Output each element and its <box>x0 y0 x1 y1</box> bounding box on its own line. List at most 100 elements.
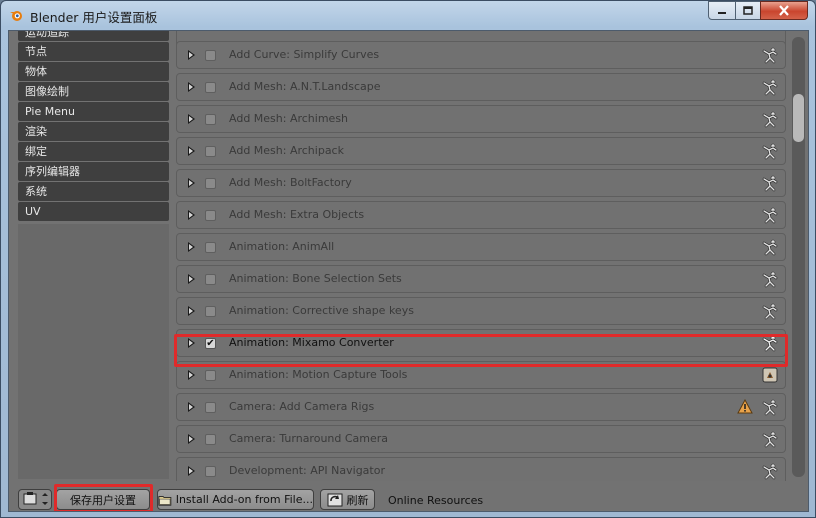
addon-row[interactable]: Add Mesh: Extra Objects <box>176 201 786 229</box>
addon-list-scrollbar[interactable] <box>792 31 805 481</box>
blender-logo-icon <box>10 11 22 21</box>
addon-name: Add Mesh: Archipack <box>229 144 344 157</box>
expand-triangle-icon[interactable] <box>188 114 195 124</box>
addon-name: Add Mesh: Extra Objects <box>229 208 365 221</box>
warning-icon <box>737 399 753 414</box>
sidebar-item-node[interactable]: 节点 <box>18 42 169 61</box>
refresh-button[interactable]: 刷新 <box>320 489 375 510</box>
user-icon <box>762 143 778 160</box>
close-button[interactable] <box>760 1 808 20</box>
sidebar-item-image-paint[interactable]: 图像绘制 <box>18 82 169 101</box>
user-icon <box>762 303 778 320</box>
sidebar-item-render[interactable]: 渲染 <box>18 122 169 141</box>
minimize-icon <box>718 11 726 14</box>
expand-triangle-icon[interactable] <box>188 82 195 92</box>
refresh-icon <box>327 493 342 506</box>
sidebar-item-system[interactable]: 系统 <box>18 182 169 201</box>
addon-name: Animation: Motion Capture Tools <box>229 368 408 381</box>
addon-enable-checkbox[interactable] <box>205 114 216 125</box>
preferences-editor-icon <box>23 492 48 505</box>
addon-name: Animation: Bone Selection Sets <box>229 272 402 285</box>
addon-row[interactable]: Add Mesh: BoltFactory <box>176 169 786 197</box>
addon-row[interactable]: Animation: Bone Selection Sets <box>176 265 786 293</box>
expand-triangle-icon[interactable] <box>188 434 195 444</box>
addon-row[interactable]: Animation: Corrective shape keys <box>176 297 786 325</box>
close-icon <box>779 5 789 16</box>
expand-triangle-icon[interactable] <box>188 146 195 156</box>
addon-enable-checkbox[interactable] <box>205 370 216 381</box>
user-icon <box>762 207 778 224</box>
addon-enable-checkbox[interactable] <box>205 82 216 93</box>
title-bar[interactable]: Blender 用户设置面板 <box>1 1 815 29</box>
install-addon-button[interactable]: Install Add-on from File... <box>157 489 314 510</box>
addon-enable-checkbox[interactable] <box>205 242 216 253</box>
user-icon <box>762 239 778 256</box>
blender-preferences-window: Blender 用户设置面板 运动追踪 节点 物体 图像绘制 Pie Menu … <box>0 0 816 518</box>
sidebar-item-pie-menu[interactable]: Pie Menu <box>18 102 169 121</box>
addon-row[interactable]: Add Mesh: Archimesh <box>176 105 786 133</box>
scrollbar-thumb[interactable] <box>793 94 804 142</box>
sidebar-item-uv[interactable]: UV <box>18 202 169 221</box>
addon-row[interactable]: Add Mesh: A.N.T.Landscape <box>176 73 786 101</box>
addon-enable-checkbox[interactable] <box>205 50 216 61</box>
user-icon <box>762 271 778 288</box>
user-icon <box>762 79 778 96</box>
addon-enable-checkbox[interactable] <box>205 306 216 317</box>
addon-enable-checkbox[interactable] <box>205 146 216 157</box>
addon-row[interactable]: Animation: AnimAll <box>176 233 786 261</box>
addon-row[interactable]: Development: API Navigator <box>176 457 786 481</box>
plugin-icon <box>762 367 778 383</box>
user-icon <box>762 463 778 480</box>
refresh-label: 刷新 <box>346 493 369 507</box>
sidebar-item-object[interactable]: 物体 <box>18 62 169 81</box>
user-icon <box>762 431 778 448</box>
addon-name: Add Mesh: A.N.T.Landscape <box>229 80 381 93</box>
addon-name: Animation: AnimAll <box>229 240 335 253</box>
expand-triangle-icon[interactable] <box>188 178 195 188</box>
addon-enable-checkbox[interactable] <box>205 402 216 413</box>
editor-type-selector[interactable] <box>18 489 52 510</box>
addon-enable-checkbox[interactable] <box>205 210 216 221</box>
window-title: Blender 用户设置面板 <box>30 10 158 25</box>
addon-name: Camera: Turnaround Camera <box>229 432 389 445</box>
expand-triangle-icon[interactable] <box>188 242 195 252</box>
addon-enable-checkbox[interactable] <box>205 274 216 285</box>
highlight-enabled-addon <box>174 334 788 367</box>
sidebar-item-motion-tracking[interactable]: 运动追踪 <box>18 31 169 41</box>
user-icon <box>762 175 778 192</box>
maximize-button[interactable] <box>735 1 761 20</box>
addon-name: Add Mesh: Archimesh <box>229 112 349 125</box>
addon-row[interactable]: Camera: Turnaround Camera <box>176 425 786 453</box>
expand-triangle-icon[interactable] <box>188 274 195 284</box>
preferences-panel: 运动追踪 节点 物体 图像绘制 Pie Menu 渲染 绑定 序列编辑器 系统 … <box>8 30 809 512</box>
minimize-button[interactable] <box>708 1 736 20</box>
addon-name: Add Curve: Simplify Curves <box>229 48 380 61</box>
install-addon-label: Install Add-on from File... <box>175 493 313 506</box>
highlight-save-button <box>54 484 153 511</box>
user-icon <box>762 111 778 128</box>
addon-list: Add Curve: Simplify Curves Add Mesh: A.N.… <box>176 31 786 481</box>
addon-name: Animation: Corrective shape keys <box>229 304 414 317</box>
addon-name: Add Mesh: BoltFactory <box>229 176 352 189</box>
user-icon <box>762 399 778 416</box>
user-icon <box>762 47 778 64</box>
sidebar-item-rigging[interactable]: 绑定 <box>18 142 169 161</box>
online-resources-link[interactable]: Online Resources <box>388 494 483 507</box>
expand-triangle-icon[interactable] <box>188 50 195 60</box>
addon-enable-checkbox[interactable] <box>205 466 216 477</box>
addon-enable-checkbox[interactable] <box>205 434 216 445</box>
expand-triangle-icon[interactable] <box>188 306 195 316</box>
addon-name: Camera: Add Camera Rigs <box>229 400 375 413</box>
expand-triangle-icon[interactable] <box>188 210 195 220</box>
category-sidebar: 运动追踪 节点 物体 图像绘制 Pie Menu 渲染 绑定 序列编辑器 系统 … <box>18 31 169 222</box>
addon-enable-checkbox[interactable] <box>205 178 216 189</box>
addon-row[interactable]: Add Mesh: Archipack <box>176 137 786 165</box>
expand-triangle-icon[interactable] <box>188 402 195 412</box>
folder-icon <box>158 495 172 506</box>
sidebar-item-sequencer[interactable]: 序列编辑器 <box>18 162 169 181</box>
expand-triangle-icon[interactable] <box>188 466 195 476</box>
addon-row[interactable]: Add Curve: Simplify Curves <box>176 41 786 69</box>
sidebar-empty-area <box>18 224 169 479</box>
addon-row[interactable]: Camera: Add Camera Rigs <box>176 393 786 421</box>
expand-triangle-icon[interactable] <box>188 370 195 380</box>
